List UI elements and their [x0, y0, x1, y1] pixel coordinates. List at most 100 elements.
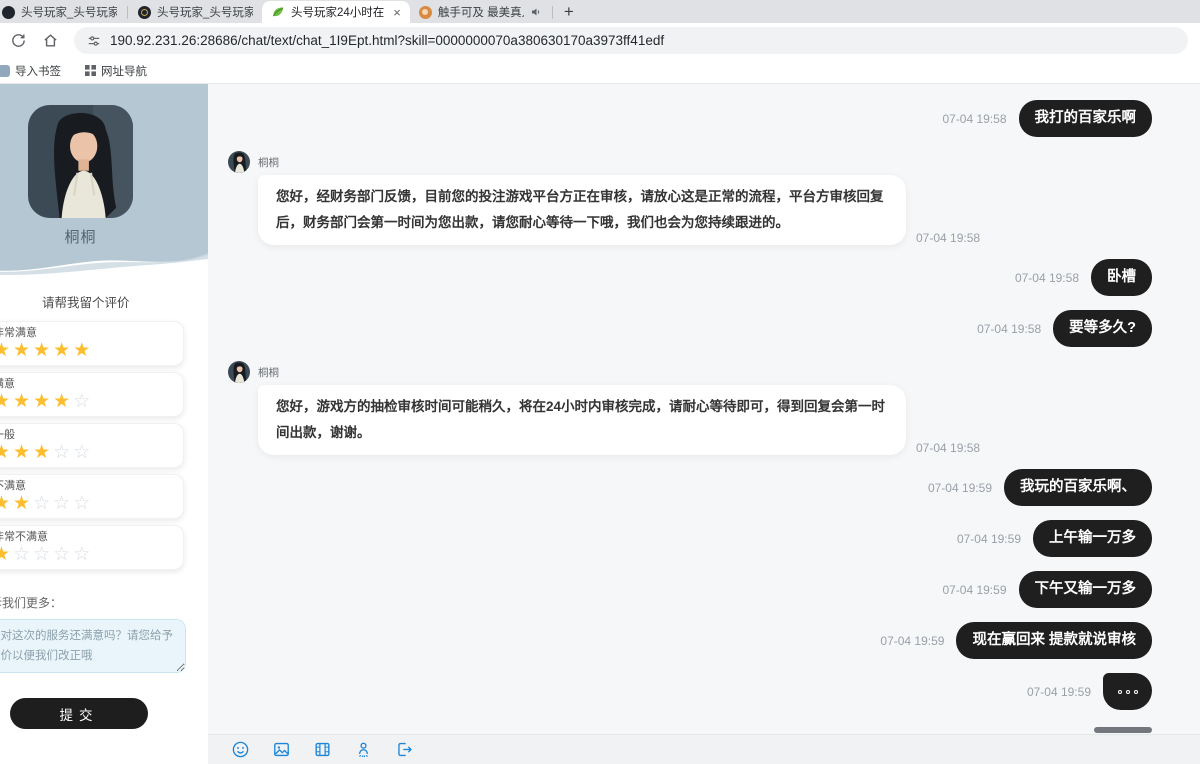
- message-timestamp: 07-04 19:59: [1027, 685, 1091, 699]
- submit-button[interactable]: 提交: [10, 698, 148, 729]
- tab-title: 头号玩家_头号玩家游: [157, 4, 253, 20]
- address-bar[interactable]: 190.92.231.26:28686/chat/text/chat_1I9Ep…: [74, 27, 1188, 54]
- tab-separator: [552, 6, 553, 19]
- chat-message-user: 07-04 19:58卧槽: [228, 259, 1152, 296]
- close-tab-icon[interactable]: ×: [393, 6, 401, 19]
- star-filled-icon[interactable]: ★: [73, 340, 93, 361]
- typing-indicator-bubble: [1103, 673, 1152, 710]
- message-timestamp: 07-04 19:58: [977, 322, 1041, 336]
- chat-input-toolbar: [208, 734, 1200, 764]
- reload-icon[interactable]: [10, 32, 27, 49]
- bookmark-label: 网址导航: [101, 63, 147, 79]
- rating-option[interactable]: 不满意★★☆☆☆: [0, 474, 184, 519]
- transfer-agent-icon[interactable]: [354, 740, 373, 759]
- agent-message-header: 桐桐: [228, 361, 1152, 383]
- star-empty-icon[interactable]: ☆: [73, 442, 93, 463]
- star-filled-icon[interactable]: ★: [0, 544, 13, 565]
- emoji-icon[interactable]: [231, 740, 250, 759]
- user-bubble: 上午输一万多: [1033, 520, 1152, 557]
- star-filled-icon[interactable]: ★: [0, 493, 13, 514]
- agent-avatar: [228, 361, 250, 383]
- rating-stars: ★★★★☆: [0, 391, 183, 412]
- star-empty-icon[interactable]: ☆: [73, 493, 93, 514]
- rating-label: 不满意: [0, 480, 183, 493]
- message-timestamp: 07-04 19:59: [942, 583, 1006, 597]
- chat-message-agent: 桐桐您好，游戏方的抽检审核时间可能稍久，将在24小时内审核完成，请耐心等待即可，…: [228, 361, 1152, 455]
- wave-divider: [0, 250, 208, 276]
- agent-avatar: [228, 151, 250, 173]
- exit-icon[interactable]: [395, 740, 414, 759]
- tab-separator: [127, 6, 128, 19]
- image-icon[interactable]: [272, 740, 291, 759]
- chat-message-user: 07-04 19:59: [228, 673, 1152, 710]
- bookmark-import[interactable]: 导入书签: [3, 63, 61, 79]
- message-timestamp: 07-04 19:58: [1015, 271, 1079, 285]
- new-tab-button[interactable]: +: [564, 3, 574, 20]
- star-filled-icon[interactable]: ★: [0, 340, 13, 361]
- rating-label: 非常不满意: [0, 531, 183, 544]
- chat-message-user: 07-04 19:58 要等多久?: [228, 310, 1152, 347]
- star-empty-icon[interactable]: ☆: [73, 544, 93, 565]
- star-filled-icon[interactable]: ★: [33, 391, 53, 412]
- bookmark-nav[interactable]: 网址导航: [85, 63, 147, 79]
- typing-dot: [1118, 690, 1122, 694]
- message-timestamp: 07-04 19:59: [880, 634, 944, 648]
- agent-profile-panel: 桐桐: [0, 84, 208, 250]
- feedback-textarea[interactable]: [0, 619, 186, 673]
- star-empty-icon[interactable]: ☆: [53, 544, 73, 565]
- site-controls-icon[interactable]: [87, 34, 101, 48]
- star-filled-icon[interactable]: ★: [13, 442, 33, 463]
- chat-message-user: 07-04 19:59下午又输一万多: [228, 571, 1152, 608]
- agent-name: 桐桐: [258, 365, 279, 380]
- chat-message-user: 07-04 19:59我玩的百家乐啊、: [228, 469, 1152, 506]
- rating-stars: ★★☆☆☆: [0, 493, 183, 514]
- user-bubble: 要等多久?: [1053, 310, 1152, 347]
- typing-dot: [1126, 690, 1130, 694]
- agent-photo: [28, 105, 133, 218]
- star-filled-icon[interactable]: ★: [13, 391, 33, 412]
- bookmarks-bar: 导入书签 网址导航: [0, 58, 1200, 84]
- browser-tab-1[interactable]: 头号玩家_头号玩家游: [0, 1, 126, 23]
- star-filled-icon[interactable]: ★: [13, 340, 33, 361]
- site-favicon-orange: [419, 6, 432, 19]
- tab-audio-icon[interactable]: [530, 6, 542, 18]
- rating-option[interactable]: 一般★★★☆☆: [0, 423, 184, 468]
- rating-option[interactable]: 非常满意★★★★★: [0, 321, 184, 366]
- star-filled-icon[interactable]: ★: [33, 442, 53, 463]
- user-bubble: 我打的百家乐啊: [1019, 100, 1153, 137]
- url-text: 190.92.231.26:28686/chat/text/chat_1I9Ep…: [110, 33, 664, 48]
- rating-option[interactable]: 非常不满意★☆☆☆☆: [0, 525, 184, 570]
- star-filled-icon[interactable]: ★: [0, 442, 13, 463]
- star-filled-icon[interactable]: ★: [33, 340, 53, 361]
- browser-tab-2[interactable]: 头号玩家_头号玩家游: [129, 1, 262, 23]
- message-timestamp: 07-04 19:58: [916, 231, 980, 245]
- star-empty-icon[interactable]: ☆: [33, 493, 53, 514]
- star-filled-icon[interactable]: ★: [53, 391, 73, 412]
- user-bubble: 我玩的百家乐啊、: [1004, 469, 1152, 506]
- star-empty-icon[interactable]: ☆: [13, 544, 33, 565]
- site-favicon-gold: [138, 6, 151, 19]
- star-empty-icon[interactable]: ☆: [53, 442, 73, 463]
- star-empty-icon[interactable]: ☆: [33, 544, 53, 565]
- home-icon[interactable]: [42, 32, 59, 49]
- rating-label: 满意: [0, 378, 183, 391]
- chat-message-user: 07-04 19:59现在赢回来 提款就说审核: [228, 622, 1152, 659]
- rating-option[interactable]: 满意★★★★☆: [0, 372, 184, 417]
- partial-message-bubble: [1094, 727, 1152, 733]
- message-timestamp: 07-04 19:58: [916, 441, 980, 455]
- star-filled-icon[interactable]: ★: [0, 391, 13, 412]
- tab-title: 触手可及 最美真人: [438, 4, 524, 20]
- tab-title: 头号玩家24小时在: [291, 4, 384, 20]
- star-filled-icon[interactable]: ★: [13, 493, 33, 514]
- browser-tab-4[interactable]: 触手可及 最美真人: [410, 1, 551, 23]
- agent-message-body: 您好，经财务部门反馈，目前您的投注游戏平台方正在审核，请放心这是正常的流程，平台…: [258, 175, 1152, 245]
- bookmark-icon: [0, 65, 10, 77]
- agent-bubble: 您好，经财务部门反馈，目前您的投注游戏平台方正在审核，请放心这是正常的流程，平台…: [258, 175, 906, 245]
- star-empty-icon[interactable]: ☆: [73, 391, 93, 412]
- star-filled-icon[interactable]: ★: [53, 340, 73, 361]
- typing-dot: [1134, 690, 1138, 694]
- browser-tab-active[interactable]: 头号玩家24小时在 ×: [262, 1, 410, 23]
- chat-message-agent: 桐桐您好，经财务部门反馈，目前您的投注游戏平台方正在审核，请放心这是正常的流程，…: [228, 151, 1152, 245]
- star-empty-icon[interactable]: ☆: [53, 493, 73, 514]
- video-icon[interactable]: [313, 740, 332, 759]
